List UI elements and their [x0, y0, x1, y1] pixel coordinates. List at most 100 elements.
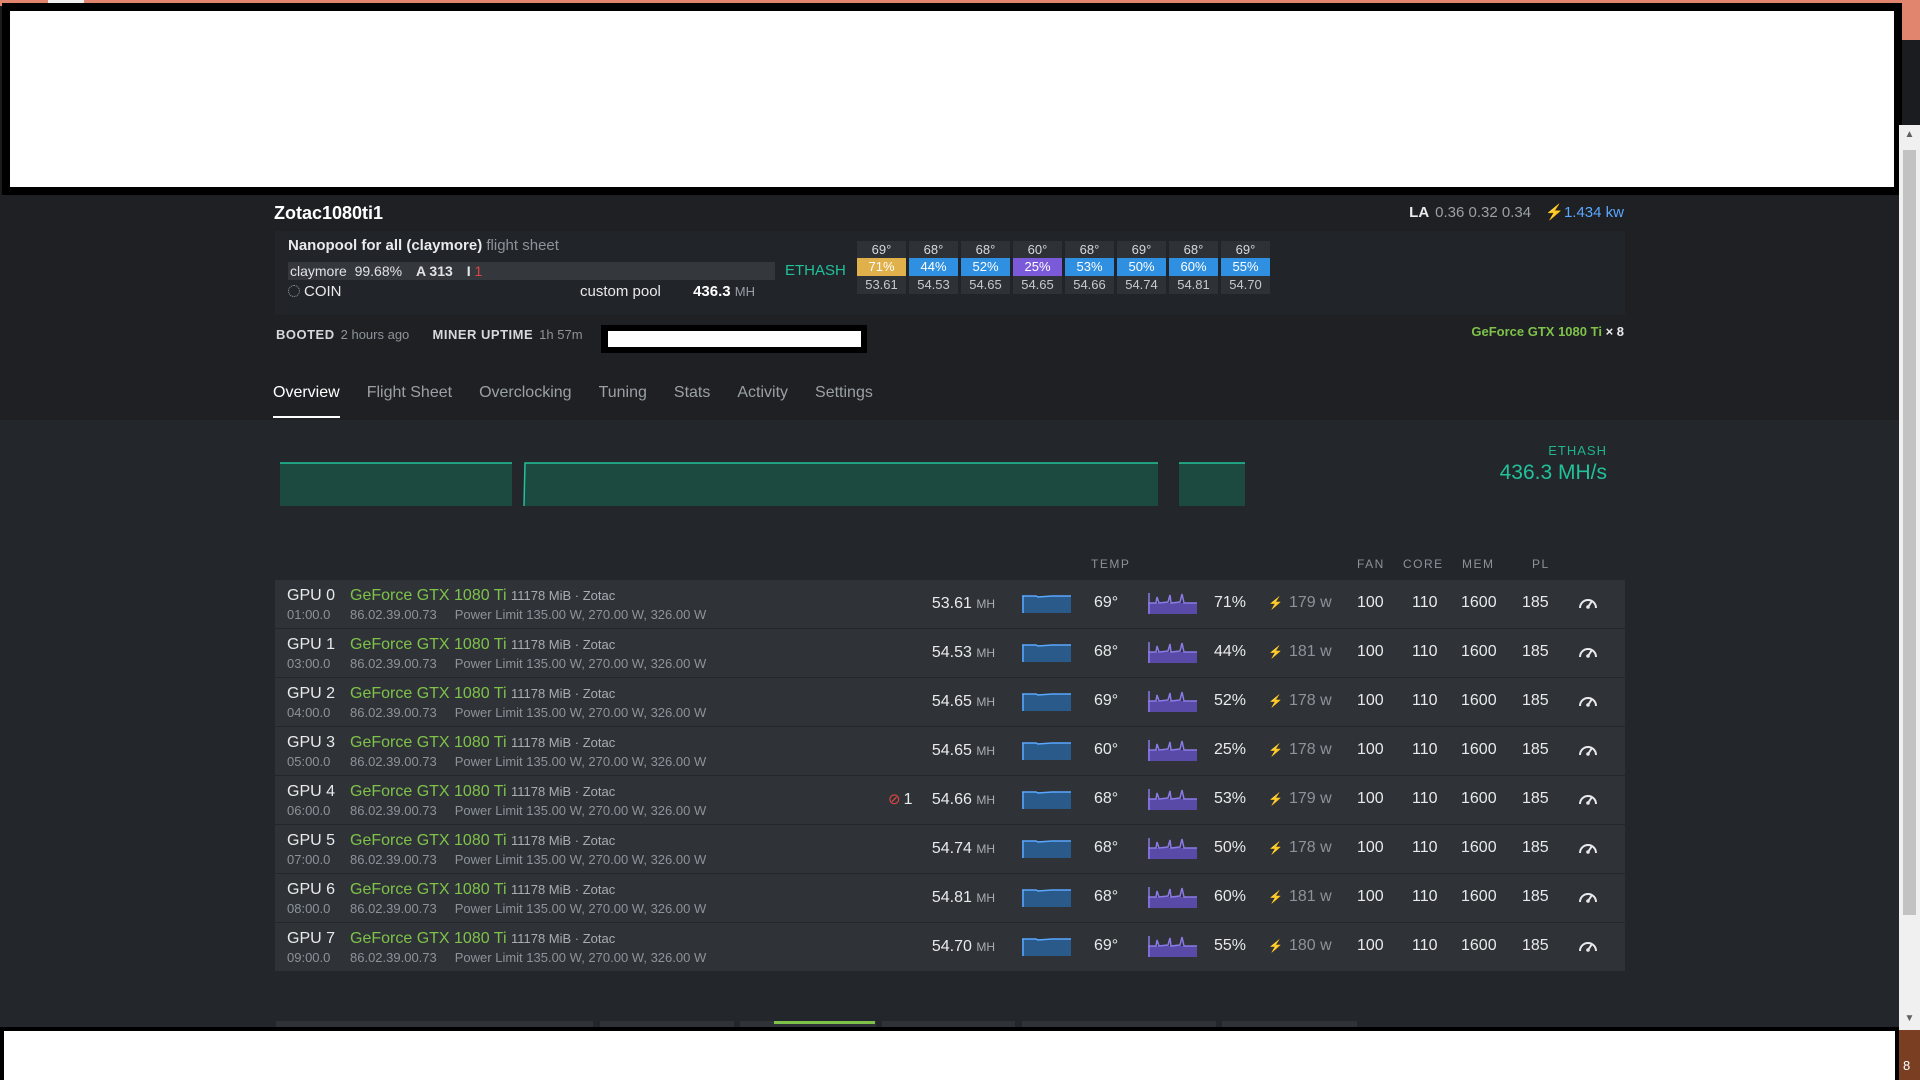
tab-activity[interactable]: Activity — [737, 384, 788, 418]
gauge-icon[interactable] — [1577, 887, 1599, 907]
scrollbar-thumb[interactable] — [1903, 150, 1916, 915]
gpu-fan-setting: 100 — [1357, 839, 1384, 856]
gpu-name: GPU 4 — [287, 783, 336, 800]
accepted-shares: A 313 — [415, 263, 453, 279]
gpu-name: GPU 6 — [287, 881, 336, 898]
tab-tuning[interactable]: Tuning — [599, 384, 647, 418]
gpu-bios: 86.02.39.00.73 — [350, 803, 437, 818]
tab-flight-sheet[interactable]: Flight Sheet — [367, 384, 452, 418]
gpu-bus: 04:00.0 — [287, 705, 331, 720]
gpu-tile[interactable]: 69° 50% 54.74 — [1117, 241, 1166, 294]
gpu-tile[interactable]: 68° 44% 54.53 — [909, 241, 958, 294]
gpu-tile[interactable]: 69° 71% 53.61 — [857, 241, 906, 294]
gpu-tile[interactable]: 68° 53% 54.66 — [1065, 241, 1114, 294]
overclock-button[interactable] — [1577, 642, 1599, 667]
flight-sheet-title[interactable]: Nanopool for all (claymore) — [288, 237, 482, 254]
gpu-tile[interactable]: 68° 60% 54.81 — [1169, 241, 1218, 294]
miner-uptime-value: 1h 57m — [539, 327, 583, 342]
table-row[interactable]: GPU 4 06:00.0 GeForce GTX 1080 Ti 11178 Mi… — [275, 776, 1625, 825]
overclock-button[interactable] — [1577, 936, 1599, 961]
gpu-hashrate: 54.66 MH — [932, 791, 995, 809]
bolt-icon: ⚡ — [1268, 939, 1283, 953]
temp-graph — [1022, 791, 1071, 809]
gpu-mem-clock: 1600 — [1461, 594, 1497, 611]
fan-graph-wrap — [1148, 589, 1198, 620]
gpu-model: GeForce GTX 1080 Ti 11178 MiB · Zotac — [350, 685, 615, 703]
gpu-core-clock: 110 — [1412, 937, 1438, 954]
gpu-core-clock: 110 — [1412, 692, 1438, 709]
table-row[interactable]: GPU 0 01:00.0 GeForce GTX 1080 Ti 11178 Mi… — [275, 580, 1625, 629]
overclock-button[interactable] — [1577, 691, 1599, 716]
fan-graph — [1148, 740, 1197, 761]
gpu-fan-setting: 100 — [1357, 741, 1384, 758]
gpu-power-value: 179 w — [1288, 594, 1332, 611]
table-row[interactable]: GPU 6 08:00.0 GeForce GTX 1080 Ti 11178 Mi… — [275, 874, 1625, 923]
gpu-power: ⚡ 178 w — [1268, 839, 1332, 857]
gpu-model-name: GeForce GTX 1080 Ti — [350, 734, 507, 751]
gpu-power-value: 181 w — [1288, 888, 1332, 905]
tile-temp: 68° — [975, 242, 996, 257]
bolt-icon: ⚡ — [1268, 743, 1283, 757]
gpu-bus: 01:00.0 — [287, 607, 331, 622]
tab-stats[interactable]: Stats — [674, 384, 710, 418]
gauge-icon[interactable] — [1577, 936, 1599, 956]
power-draw: ⚡1.434 kw — [1545, 204, 1624, 221]
spark-area — [525, 463, 1158, 506]
gauge-icon[interactable] — [1577, 789, 1599, 809]
redacted-field-inner — [608, 331, 861, 347]
booted-label: BOOTED — [276, 327, 335, 342]
fan-graph-wrap — [1148, 883, 1198, 914]
tab-overview[interactable]: Overview — [273, 384, 340, 418]
miner-stats: claymore 99.68% A 313 I 1 — [288, 262, 775, 280]
gpu-power-setting: 185 — [1522, 692, 1549, 709]
gauge-icon[interactable] — [1577, 691, 1599, 711]
gpu-hashrate-unit: MH — [976, 793, 995, 807]
gpu-detail: 86.02.39.00.73 Power Limit 135.00 W, 270.… — [350, 656, 706, 671]
overclock-button[interactable] — [1577, 740, 1599, 765]
overclock-button[interactable] — [1577, 887, 1599, 912]
tile-hash: 54.70 — [1229, 277, 1262, 292]
tile-fan: 60% — [1169, 258, 1218, 276]
gpu-tile[interactable]: 69° 55% 54.70 — [1221, 241, 1270, 294]
gpu-power: ⚡ 180 w — [1268, 937, 1332, 955]
pool-name: custom pool — [580, 283, 661, 300]
gpu-hashrate-unit: MH — [976, 842, 995, 856]
table-row[interactable]: GPU 3 05:00.0 GeForce GTX 1080 Ti 11178 Mi… — [275, 727, 1625, 776]
overclock-button[interactable] — [1577, 789, 1599, 814]
gauge-icon[interactable] — [1577, 740, 1599, 760]
gpu-tile[interactable]: 68° 52% 54.65 — [961, 241, 1010, 294]
gauge-icon[interactable] — [1577, 593, 1599, 613]
gpu-tiles: 69° 71% 53.61 68° 44% 54.53 68° 52% 54.65 60° 25% 5… — [857, 241, 1270, 294]
gpu-detail: 86.02.39.00.73 Power Limit 135.00 W, 270.… — [350, 852, 706, 867]
gpu-name: GPU 7 — [287, 930, 336, 947]
gpu-bios: 86.02.39.00.73 — [350, 656, 437, 671]
gauge-icon[interactable] — [1577, 838, 1599, 858]
scrollbar[interactable]: ▲ ▼ — [1899, 125, 1920, 1030]
gpu-mem-clock: 1600 — [1461, 888, 1497, 905]
scroll-up-icon[interactable]: ▲ — [1899, 129, 1920, 140]
column-temp: TEMP — [1091, 557, 1131, 571]
gpu-bus: 05:00.0 — [287, 754, 331, 769]
tile-hash: 54.53 — [917, 277, 950, 292]
flight-sheet-name[interactable]: Nanopool for all (claymore) flight sheet — [288, 237, 559, 254]
gpu-power-limit: Power Limit 135.00 W, 270.00 W, 326.00 W — [454, 607, 707, 622]
bolt-icon: ⚡ — [1268, 841, 1283, 855]
gpu-name: GPU 2 — [287, 685, 336, 702]
gpu-tile[interactable]: 60° 25% 54.65 — [1013, 241, 1062, 294]
gpu-hashrate-value: 53.61 — [931, 595, 972, 612]
table-row[interactable]: GPU 5 07:00.0 GeForce GTX 1080 Ti 11178 Mi… — [275, 825, 1625, 874]
overclock-button[interactable] — [1577, 593, 1599, 618]
gauge-icon[interactable] — [1577, 642, 1599, 662]
table-row[interactable]: GPU 1 03:00.0 GeForce GTX 1080 Ti 11178 Mi… — [275, 629, 1625, 678]
table-row[interactable]: GPU 7 09:00.0 GeForce GTX 1080 Ti 11178 Mi… — [275, 923, 1625, 972]
overclock-button[interactable] — [1577, 838, 1599, 863]
gpu-power-limit: Power Limit 135.00 W, 270.00 W, 326.00 W — [454, 754, 707, 769]
gpu-model-name: GeForce GTX 1080 Ti — [350, 930, 507, 947]
tab-settings[interactable]: Settings — [815, 384, 873, 418]
gpu-temp: 68° — [1094, 839, 1119, 856]
table-row[interactable]: GPU 2 04:00.0 GeForce GTX 1080 Ti 11178 Mi… — [275, 678, 1625, 727]
gpu-invalid-shares: ⊘ 1 — [888, 790, 912, 809]
scroll-down-icon[interactable]: ▼ — [1899, 1013, 1920, 1024]
tile-hash: 54.74 — [1125, 277, 1158, 292]
tab-overclocking[interactable]: Overclocking — [479, 384, 571, 418]
